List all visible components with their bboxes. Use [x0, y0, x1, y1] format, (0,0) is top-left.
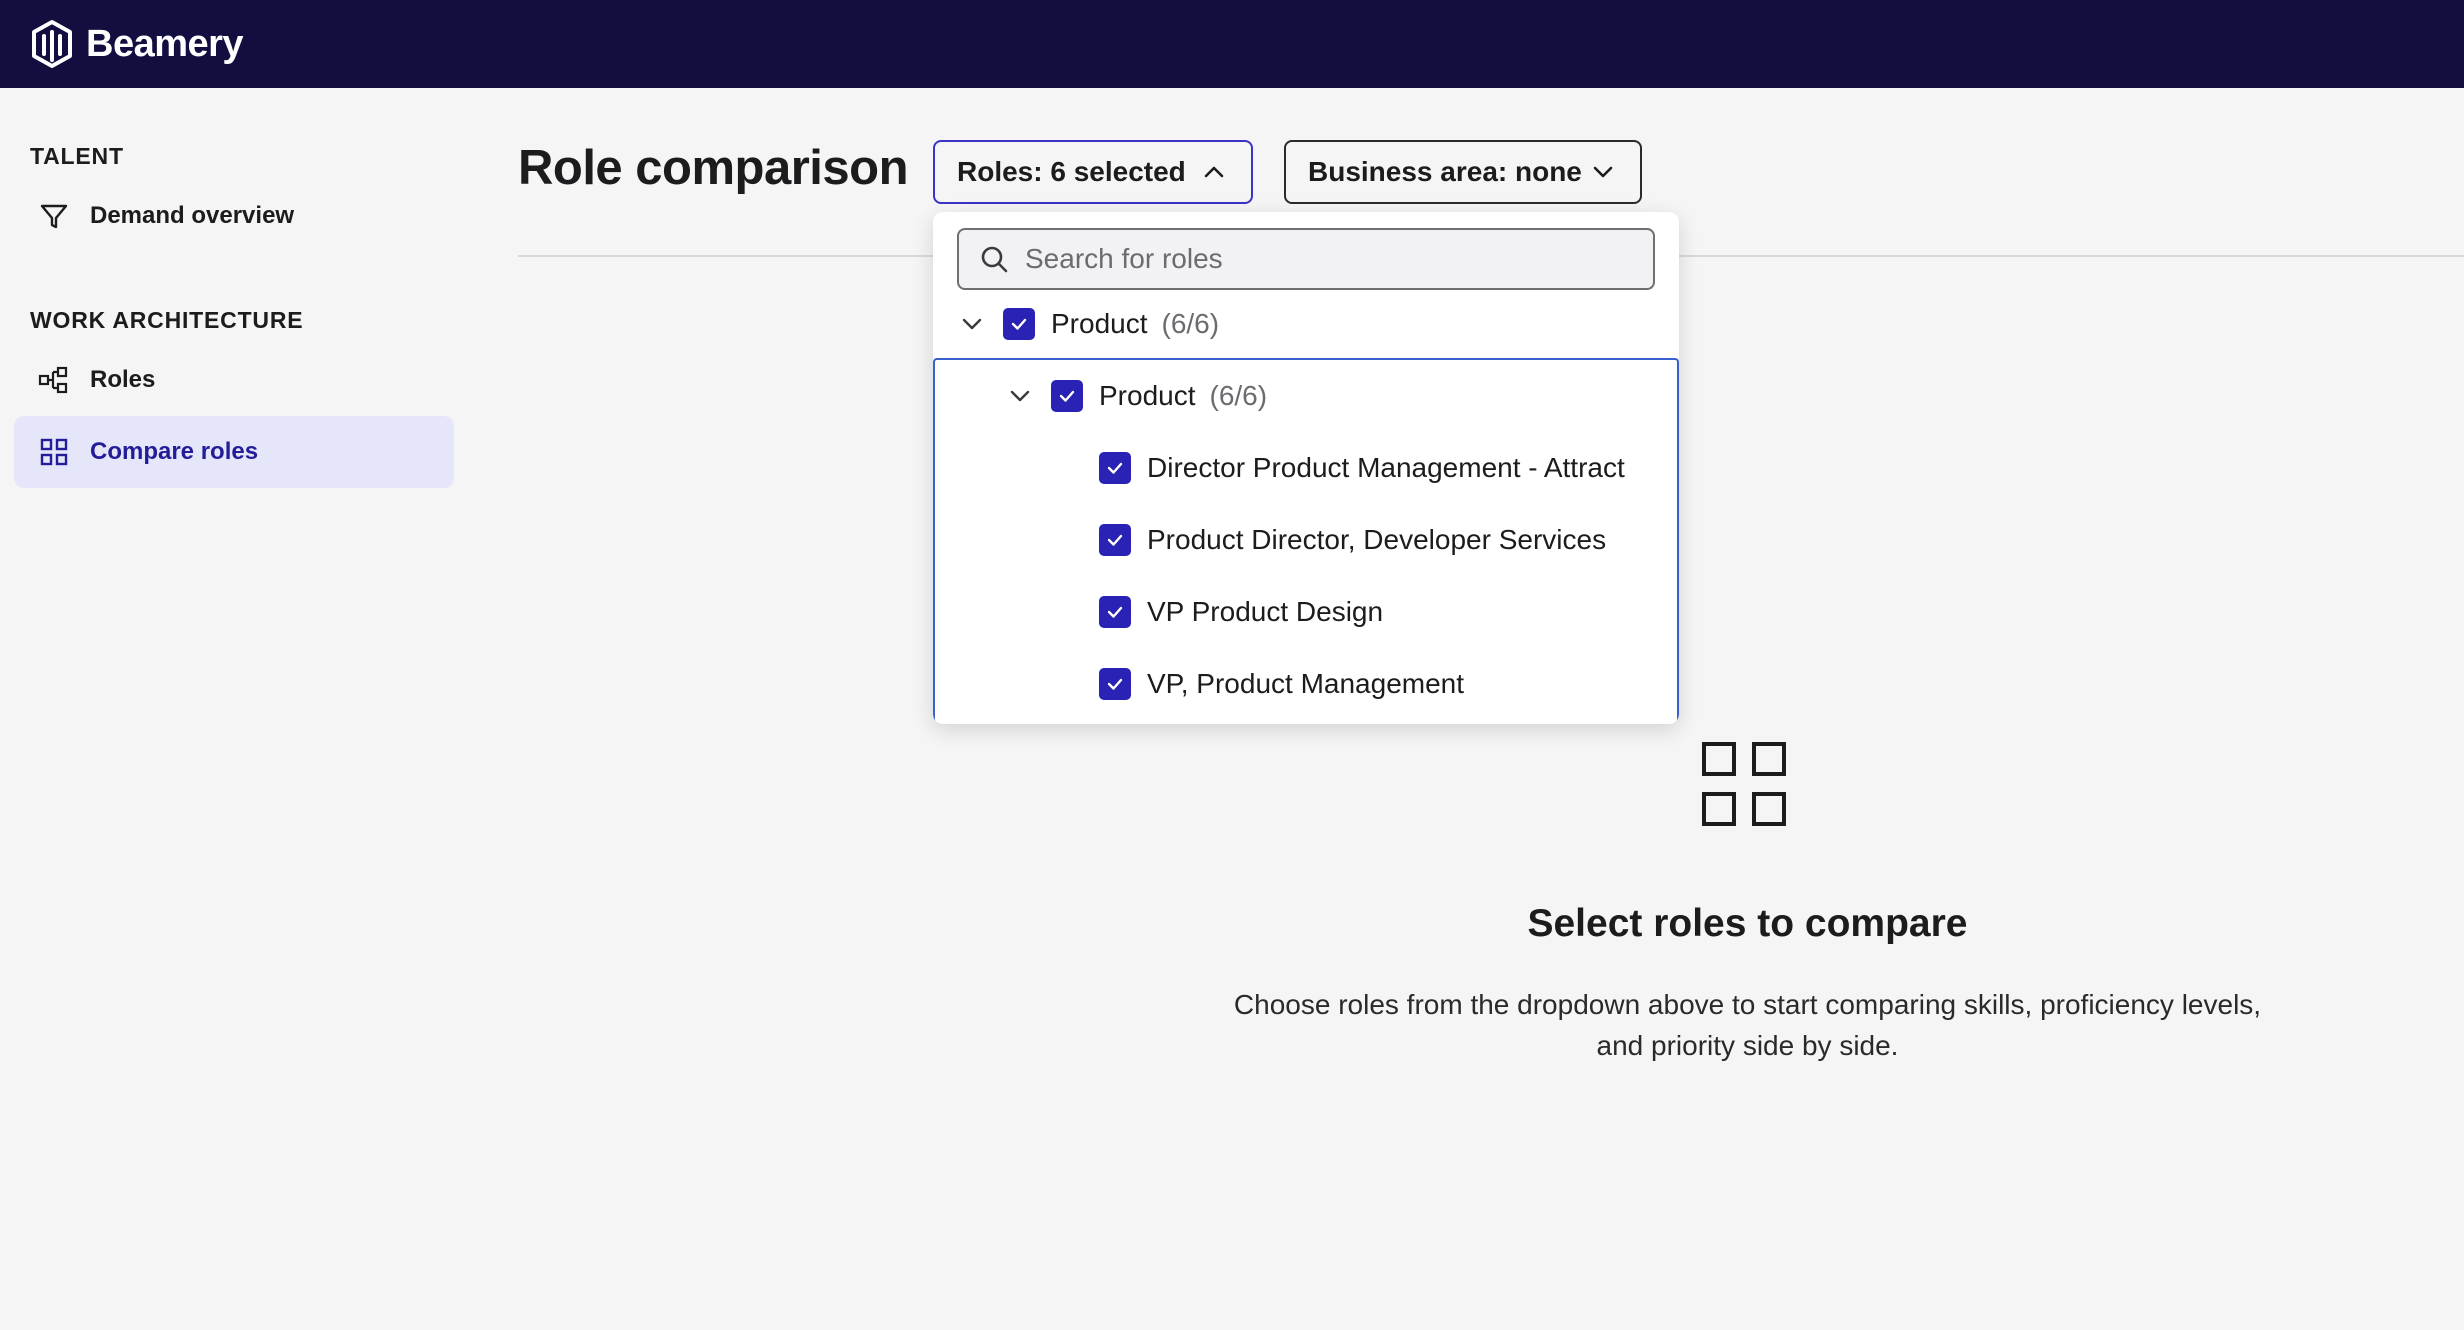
beamery-logo-icon	[32, 20, 72, 68]
top-bar: Beamery	[0, 0, 2464, 88]
tree-subgroup-row[interactable]: Product (6/6)	[1005, 366, 1267, 426]
role-label: Director Product Management - Attract	[1147, 452, 1625, 483]
roles-filter-label: Roles: 6 selected	[957, 156, 1186, 187]
role-option[interactable]: VP Product Design	[1099, 582, 1383, 642]
role-checkbox[interactable]	[1099, 668, 1131, 700]
group-checkbox[interactable]	[1003, 308, 1035, 340]
sidebar-item-demand-overview[interactable]: Demand overview	[14, 180, 454, 252]
business-area-filter-dropdown[interactable]: Business area: none	[1284, 140, 1642, 204]
sidebar-item-label: Roles	[90, 366, 156, 393]
subgroup-count: (6/6)	[1209, 380, 1268, 411]
role-option[interactable]: Director Product Management - Attract	[1099, 438, 1625, 498]
role-option[interactable]: Product Director, Developer Services	[1099, 510, 1606, 570]
brand-name: Beamery	[86, 22, 244, 65]
group-count: (6/6)	[1161, 308, 1220, 339]
role-checkbox[interactable]	[1099, 524, 1131, 556]
role-label: VP, Product Management	[1147, 668, 1465, 699]
checkmark-icon	[1059, 390, 1075, 402]
chevron-down-icon[interactable]	[957, 309, 987, 339]
sidebar-item-label: Demand overview	[90, 202, 295, 229]
checkmark-icon	[1107, 606, 1123, 618]
roles-filter-dropdown[interactable]: Roles: 6 selected	[933, 140, 1253, 204]
hierarchy-icon	[38, 366, 68, 394]
sidebar-item-label: Compare roles	[90, 438, 259, 465]
search-icon	[981, 246, 1008, 273]
filter-icon	[40, 204, 68, 229]
subgroup-checkbox[interactable]	[1051, 380, 1083, 412]
page-title: Role comparison	[518, 141, 909, 195]
subgroup-label: Product	[1099, 380, 1196, 411]
chevron-up-icon	[1204, 166, 1224, 178]
grid-icon	[40, 438, 68, 466]
checkmark-icon	[1107, 534, 1123, 546]
section-title-work-architecture: WORK ARCHITECTURE	[30, 307, 304, 333]
checkmark-icon	[1107, 462, 1123, 474]
compare-grid-icon	[1702, 742, 1786, 826]
business-area-filter-label: Business area: none	[1308, 156, 1582, 187]
role-checkbox[interactable]	[1099, 596, 1131, 628]
role-checkbox[interactable]	[1099, 452, 1131, 484]
checkmark-icon	[1107, 678, 1123, 690]
role-label: Product Director, Developer Services	[1147, 524, 1607, 555]
chevron-down-icon[interactable]	[1005, 381, 1035, 411]
sidebar-item-roles[interactable]: Roles	[14, 344, 454, 416]
role-label: VP Product Design	[1147, 596, 1384, 627]
section-title-talent: TALENT	[30, 143, 124, 169]
checkmark-icon	[1011, 318, 1027, 330]
roles-dropdown-panel: Product (6/6) Product (6/6) Director Pro…	[933, 212, 1679, 724]
role-search-input[interactable]	[1025, 243, 1625, 275]
group-label: Product	[1051, 308, 1148, 339]
brand-logo[interactable]: Beamery	[28, 18, 244, 70]
subgroup-panel: Product (6/6) Director Product Managemen…	[933, 358, 1679, 724]
chevron-down-icon	[1593, 166, 1613, 178]
sidebar: TALENT Demand overview WORK ARCHITECTURE…	[0, 88, 470, 1330]
role-search-box[interactable]	[957, 228, 1655, 290]
tree-group-row[interactable]: Product (6/6)	[957, 294, 1219, 354]
empty-state-title: Select roles to compare	[1527, 902, 1968, 945]
sidebar-item-compare-roles[interactable]: Compare roles	[14, 416, 454, 488]
empty-state-description: Choose roles from the dropdown above to …	[1233, 989, 2262, 1061]
role-option[interactable]: VP, Product Management	[1099, 654, 1464, 714]
